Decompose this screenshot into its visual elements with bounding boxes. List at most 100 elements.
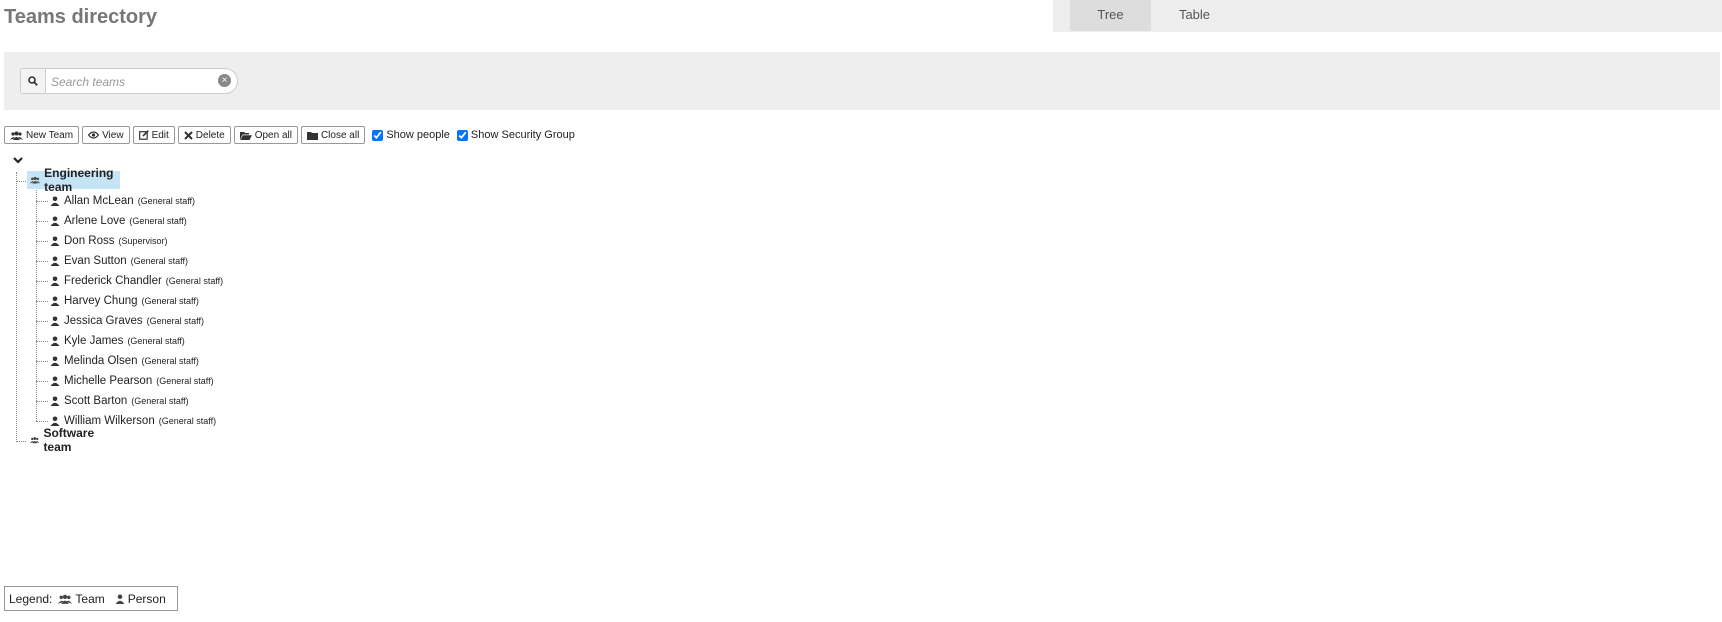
person-node[interactable]: Scott Barton (General staff): [50, 392, 189, 410]
tree-connector: [36, 361, 48, 362]
open-all-label: Open all: [254, 129, 292, 141]
tree-connector: [36, 201, 48, 202]
person-node[interactable]: Melinda Olsen (General staff): [50, 352, 199, 370]
search-icon: [28, 76, 38, 86]
edit-icon: [138, 130, 149, 140]
team-node-engineering[interactable]: Engineering team: [27, 166, 121, 194]
delete-button[interactable]: Delete: [177, 126, 231, 144]
tree-connector: [36, 301, 48, 302]
person-icon: [50, 356, 60, 366]
team-icon: [30, 176, 41, 184]
person-role: (General staff): [158, 416, 217, 426]
tab-tree[interactable]: Tree: [1070, 0, 1151, 31]
person-name: Arlene Love: [64, 215, 126, 227]
person-icon: [50, 396, 60, 406]
close-all-button[interactable]: Close all: [300, 126, 366, 144]
person-role: (General staff): [129, 216, 187, 226]
tab-table[interactable]: Table: [1154, 0, 1235, 31]
person-node[interactable]: Allan McLean (General staff): [50, 192, 195, 210]
person-name: Scott Barton: [64, 395, 128, 407]
tree-connector: [36, 190, 37, 421]
legend: Legend: Team Person: [4, 586, 178, 611]
legend-label: Legend:: [9, 591, 53, 606]
tree-connector: [36, 261, 48, 262]
person-icon: [115, 594, 125, 604]
tree-connector: [36, 381, 48, 382]
toolbar: New Team View Edit Delete Open all Close…: [4, 126, 575, 144]
person-node[interactable]: Jessica Graves (General staff): [50, 312, 204, 330]
tree-connector: [36, 321, 48, 322]
legend-item-label: Team: [75, 591, 105, 606]
person-role: (General staff): [130, 256, 189, 266]
person-node[interactable]: Kyle James (General staff): [50, 332, 185, 350]
person-name: Frederick Chandler: [64, 275, 162, 287]
person-name: Michelle Pearson: [64, 375, 153, 387]
person-icon: [50, 256, 60, 266]
view-tabs: Tree Table: [1053, 0, 1722, 32]
person-node[interactable]: Harvey Chung (General staff): [50, 292, 199, 310]
person-role: (General staff): [127, 336, 185, 346]
person-icon: [50, 216, 60, 226]
person-node[interactable]: Frederick Chandler (General staff): [50, 272, 223, 290]
chevron-down-icon[interactable]: [12, 154, 24, 166]
tree-connector: [36, 221, 48, 222]
person-role: (General staff): [146, 316, 204, 326]
person-node[interactable]: Don Ross (Supervisor): [50, 232, 168, 250]
person-name: Jessica Graves: [64, 315, 143, 327]
person-name: Harvey Chung: [64, 295, 138, 307]
team-icon: [10, 131, 23, 140]
view-button[interactable]: View: [82, 126, 130, 144]
person-name: Evan Sutton: [64, 255, 127, 267]
legend-item-team: Team: [58, 591, 105, 606]
team-name: Software team: [43, 426, 95, 454]
person-node[interactable]: Michelle Pearson (General staff): [50, 372, 214, 390]
show-people-label: Show people: [386, 129, 450, 141]
show-security-group-checkbox[interactable]: [456, 129, 468, 141]
search-input[interactable]: [49, 71, 213, 93]
search-button[interactable]: [21, 69, 46, 93]
folder-open-icon: [239, 131, 252, 140]
new-team-button[interactable]: New Team: [4, 126, 80, 144]
delete-label: Delete: [195, 129, 225, 141]
eye-icon: [88, 131, 100, 139]
person-name: Melinda Olsen: [64, 355, 138, 367]
person-role: (General staff): [141, 296, 199, 306]
clear-search-icon[interactable]: ×: [218, 74, 231, 87]
team-name: Engineering team: [44, 166, 114, 194]
edit-button[interactable]: Edit: [132, 126, 175, 144]
tree-connector: [36, 281, 48, 282]
tree-connector: [16, 441, 26, 442]
tree-connector: [36, 241, 48, 242]
person-icon: [50, 296, 60, 306]
team-node-software[interactable]: Software team: [27, 426, 102, 454]
open-all-button[interactable]: Open all: [233, 126, 298, 144]
show-people-checkbox[interactable]: [372, 129, 384, 141]
person-icon: [50, 276, 60, 286]
close-all-label: Close all: [320, 129, 360, 141]
person-role: (General staff): [165, 276, 224, 286]
folder-icon: [306, 131, 318, 140]
search-panel: ×: [4, 52, 1720, 110]
team-icon: [58, 594, 73, 604]
tree-connector: [36, 341, 48, 342]
person-node[interactable]: Arlene Love (General staff): [50, 212, 187, 230]
person-node[interactable]: Evan Sutton (General staff): [50, 252, 188, 270]
show-security-group-toggle[interactable]: Show Security Group: [456, 129, 575, 141]
team-icon: [30, 437, 40, 444]
person-name: Allan McLean: [64, 195, 134, 207]
person-role: (General staff): [156, 376, 214, 386]
tree-connector: [36, 401, 48, 402]
search-box: ×: [20, 68, 238, 94]
edit-label: Edit: [151, 129, 169, 141]
view-label: View: [102, 129, 124, 141]
person-role: (General staff): [131, 396, 189, 406]
person-role: (General staff): [137, 196, 196, 206]
tree-connector: [16, 181, 26, 182]
show-people-toggle[interactable]: Show people: [372, 129, 450, 141]
person-name: Don Ross: [64, 235, 115, 247]
person-icon: [50, 416, 60, 426]
show-security-group-label: Show Security Group: [470, 129, 575, 141]
person-icon: [50, 236, 60, 246]
tree-connector: [16, 172, 17, 442]
tree-connector: [36, 421, 48, 422]
